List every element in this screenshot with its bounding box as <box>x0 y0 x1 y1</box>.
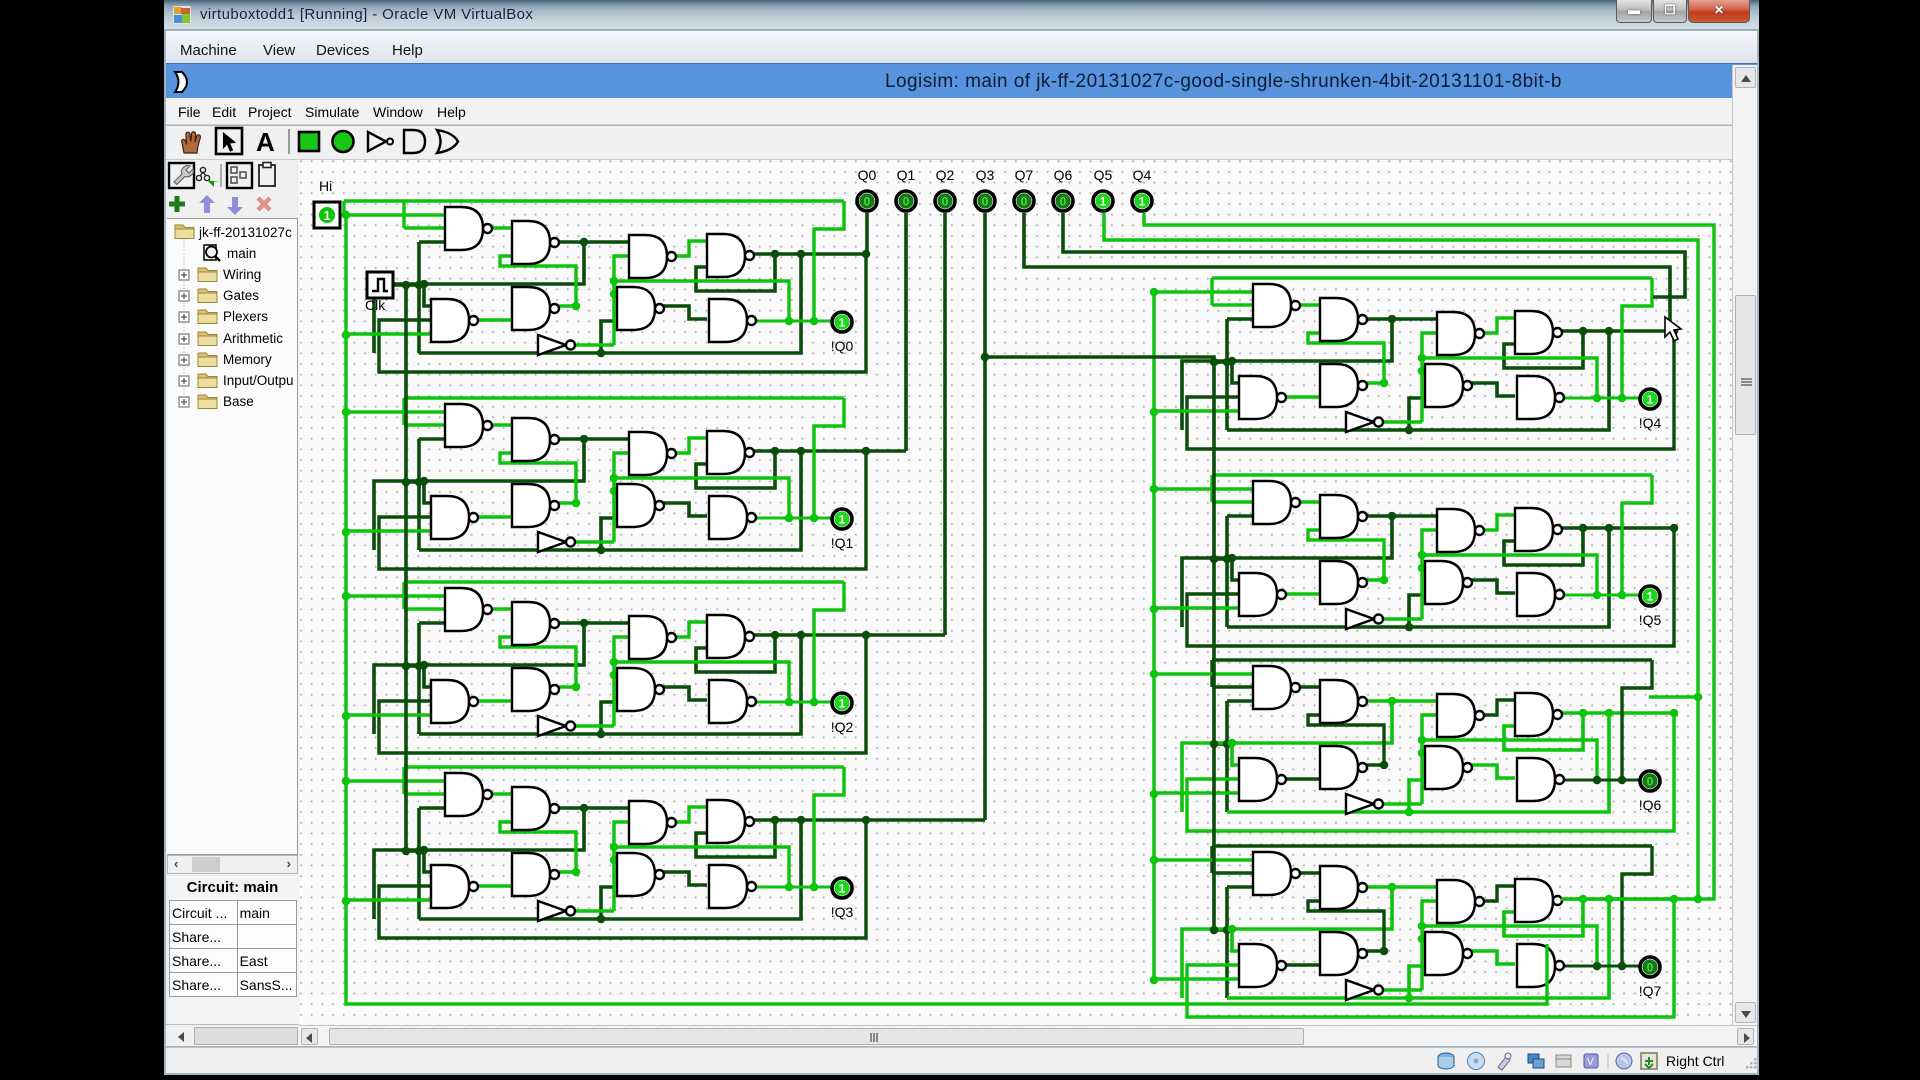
svg-text:0: 0 <box>1021 195 1028 209</box>
svg-text:Base: Base <box>223 394 254 409</box>
svg-text:1: 1 <box>1647 393 1654 407</box>
svg-text:0: 0 <box>1647 775 1654 789</box>
svg-text:Clk: Clk <box>365 297 386 313</box>
svg-text:0: 0 <box>1060 195 1067 209</box>
svg-text:!Q0: !Q0 <box>831 338 854 354</box>
svg-text:Q2: Q2 <box>936 167 955 183</box>
svg-text:Arithmetic: Arithmetic <box>223 331 283 346</box>
svg-text:0: 0 <box>942 195 949 209</box>
svg-text:jk-ff-20131027c: jk-ff-20131027c <box>198 225 292 240</box>
svg-text:0: 0 <box>982 195 989 209</box>
svg-text:!Q3: !Q3 <box>831 904 854 920</box>
svg-text:Hi: Hi <box>319 178 332 194</box>
svg-text:1: 1 <box>323 208 330 223</box>
svg-text:main: main <box>227 246 256 261</box>
svg-text:Gates: Gates <box>223 288 259 303</box>
svg-text:1: 1 <box>1139 195 1146 209</box>
svg-text:1: 1 <box>839 316 846 330</box>
svg-text:1: 1 <box>1647 590 1654 604</box>
svg-text:Q0: Q0 <box>858 167 877 183</box>
svg-text:!Q6: !Q6 <box>1639 797 1662 813</box>
svg-text:Q3: Q3 <box>976 167 995 183</box>
svg-text:!Q2: !Q2 <box>831 719 854 735</box>
svg-text:Q4: Q4 <box>1133 167 1152 183</box>
svg-text:!Q5: !Q5 <box>1639 612 1662 628</box>
svg-text:0: 0 <box>1647 961 1654 975</box>
svg-text:Q7: Q7 <box>1015 167 1034 183</box>
svg-text:Q1: Q1 <box>897 167 916 183</box>
svg-text:V: V <box>1587 1057 1594 1068</box>
svg-text:1: 1 <box>839 882 846 896</box>
svg-text:1: 1 <box>839 513 846 527</box>
svg-text:Q6: Q6 <box>1054 167 1073 183</box>
svg-text:0: 0 <box>864 195 871 209</box>
svg-text:!Q7: !Q7 <box>1639 983 1662 999</box>
svg-text:Input/Outpu: Input/Outpu <box>223 373 294 388</box>
svg-text:A: A <box>256 127 275 157</box>
svg-text:!Q4: !Q4 <box>1639 415 1662 431</box>
svg-text:1: 1 <box>1100 195 1107 209</box>
svg-text:1: 1 <box>839 697 846 711</box>
svg-text:!Q1: !Q1 <box>831 535 854 551</box>
svg-text:Wiring: Wiring <box>223 267 261 282</box>
svg-text:Plexers: Plexers <box>223 309 268 324</box>
svg-text:0: 0 <box>903 195 910 209</box>
svg-text:Memory: Memory <box>223 352 272 367</box>
svg-text:Q5: Q5 <box>1094 167 1113 183</box>
